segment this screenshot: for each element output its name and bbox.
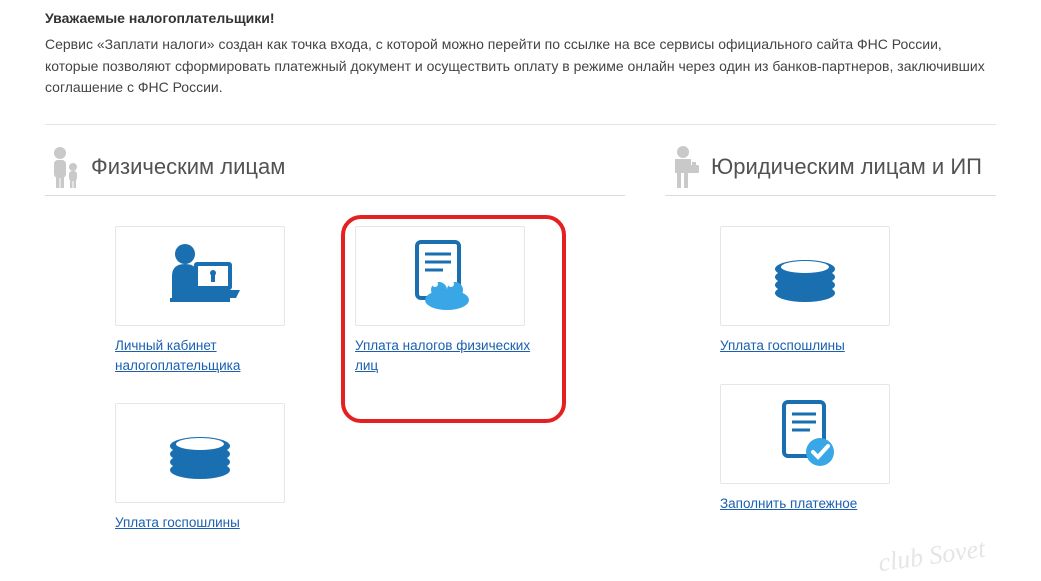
fill-payment-link[interactable]: Заполнить платежное: [720, 494, 857, 514]
intro-text: Сервис «Заплати налоги» создан как точка…: [45, 34, 996, 99]
duty-2-link[interactable]: Уплата госпошлины: [720, 336, 845, 356]
card-cabinet[interactable]: Личный кабинет налогоплательщика: [115, 226, 300, 375]
card-fill-payment[interactable]: Заполнить платежное: [720, 384, 905, 514]
section-individuals-title: Физическим лицам: [91, 155, 285, 179]
cabinet-link[interactable]: Личный кабинет налогоплательщика: [115, 336, 300, 375]
card-duty-1[interactable]: Уплата госпошлины: [115, 403, 300, 533]
adult-child-icon: [45, 145, 85, 189]
page-heading: Уважаемые налогоплательщики!: [45, 10, 996, 26]
duty-1-link[interactable]: Уплата госпошлины: [115, 513, 240, 533]
card-duty-2[interactable]: Уплата госпошлины: [720, 226, 905, 356]
card-pay-individuals[interactable]: Уплата налогов физических лиц: [355, 226, 540, 375]
divider: [45, 124, 996, 125]
section-legal-title: Юридическим лицам и ИП: [711, 155, 982, 179]
coins-icon: [115, 403, 285, 503]
briefcase-person-icon: [665, 145, 705, 189]
pay-individuals-link[interactable]: Уплата налогов физических лиц: [355, 336, 540, 375]
coins-icon-2: [720, 226, 890, 326]
watermark: club Sovet: [877, 533, 988, 578]
cabinet-icon: [115, 226, 285, 326]
pay-individuals-icon: [355, 226, 525, 326]
section-individuals-head: Физическим лицам: [45, 145, 625, 196]
document-check-icon: [720, 384, 890, 484]
section-legal-head: Юридическим лицам и ИП: [665, 145, 996, 196]
